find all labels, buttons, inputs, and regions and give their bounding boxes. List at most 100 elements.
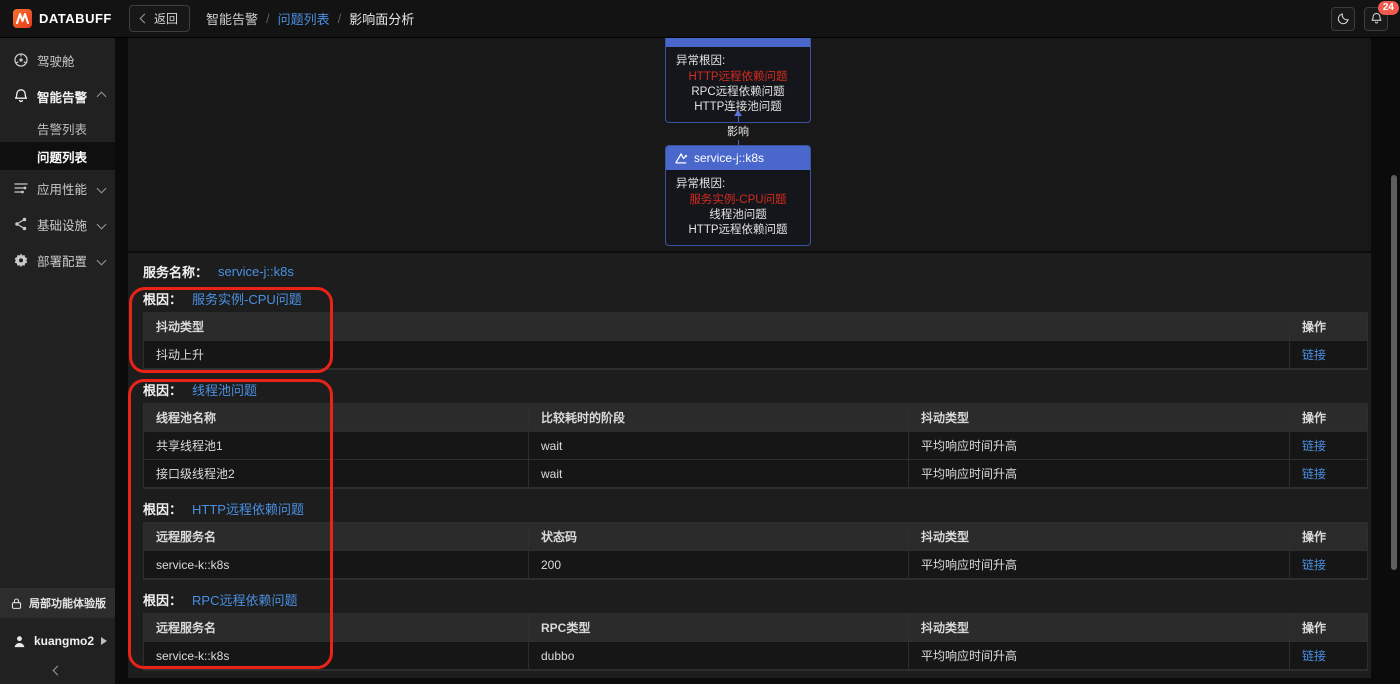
- breadcrumb: 智能告警 / 问题列表 / 影响面分析: [206, 9, 414, 28]
- expand-right-icon: [101, 637, 107, 645]
- impact-edge: 影响: [665, 110, 811, 145]
- breadcrumb-item-problem-list[interactable]: 问题列表: [278, 9, 330, 28]
- lock-icon: [11, 598, 22, 609]
- databuff-logo-icon: [13, 9, 32, 28]
- chevron-down-icon: [96, 183, 107, 194]
- trial-version-label: 局部功能体验版: [29, 598, 106, 610]
- sidebar-item-deploy-config[interactable]: 部署配置: [0, 242, 115, 278]
- top-bar: DATABUFF 返回 智能告警 / 问题列表 / 影响面分析 24: [0, 0, 1400, 38]
- sidebar-item-problem-list[interactable]: 问题列表: [0, 142, 115, 170]
- theme-toggle-button[interactable]: [1331, 6, 1355, 31]
- column-header: 抖动类型: [909, 614, 1290, 642]
- vertical-scrollbar-thumb[interactable]: [1391, 175, 1397, 570]
- cpu-issue-table: 抖动类型 操作 抖动上升 链接: [143, 312, 1368, 370]
- detail-link[interactable]: 链接: [1302, 647, 1326, 664]
- cause-item[interactable]: HTTP远程依赖问题: [672, 70, 804, 85]
- chevron-up-icon: [96, 91, 107, 102]
- detail-link[interactable]: 链接: [1302, 465, 1326, 482]
- chevron-left-icon: [139, 13, 150, 24]
- sidebar-item-label: 智能告警: [37, 90, 88, 105]
- root-cause-link[interactable]: HTTP远程依赖问题: [192, 499, 304, 518]
- graph-node-service-j[interactable]: service-j::k8s 异常根因: 服务实例-CPU问题 线程池问题 HT…: [665, 145, 811, 246]
- root-cause-section-http-dependency: 根因： HTTP远程依赖问题 远程服务名 状态码 抖动类型 操作 service…: [143, 501, 1368, 580]
- sidebar-item-label: 应用性能: [37, 182, 88, 197]
- service-name-row: 服务名称： service-j::k8s: [143, 263, 1368, 280]
- root-cause-section-threadpool: 根因： 线程池问题 线程池名称 比较耗时的阶段 抖动类型 操作 共享线程池1 w…: [143, 382, 1368, 489]
- root-cause-label: 根因：: [143, 383, 183, 398]
- root-cause-section-rpc-dependency: 根因： RPC远程依赖问题 远程服务名 RPC类型 抖动类型 操作 servic…: [143, 592, 1368, 671]
- root-cause-link[interactable]: 线程池问题: [192, 380, 257, 399]
- detail-link[interactable]: 链接: [1302, 556, 1326, 573]
- cause-item[interactable]: 服务实例-CPU问题: [672, 193, 804, 208]
- service-name-link[interactable]: service-j::k8s: [218, 264, 294, 279]
- sidebar-item-infrastructure[interactable]: 基础设施: [0, 206, 115, 242]
- table-cell: 链接: [1290, 642, 1367, 670]
- service-icon: [675, 152, 688, 163]
- notifications-button[interactable]: 24: [1364, 0, 1399, 31]
- cockpit-icon: [14, 53, 28, 67]
- column-header: 远程服务名: [144, 614, 529, 642]
- table-cell: wait: [529, 432, 909, 460]
- moon-icon: [1337, 13, 1349, 25]
- root-cause-label: 根因：: [143, 593, 183, 608]
- table-cell: 平均响应时间升高: [909, 642, 1290, 670]
- root-cause-link[interactable]: RPC远程依赖问题: [192, 590, 297, 609]
- column-header: 抖动类型: [909, 523, 1290, 551]
- column-header: 线程池名称: [144, 404, 529, 432]
- table-cell: service-k::k8s: [144, 642, 529, 670]
- sidebar-item-app-performance[interactable]: 应用性能: [0, 170, 115, 206]
- table-cell: dubbo: [529, 642, 909, 670]
- table-cell: 链接: [1290, 341, 1367, 369]
- column-header: RPC类型: [529, 614, 909, 642]
- root-cause-link[interactable]: 服务实例-CPU问题: [192, 289, 302, 308]
- breadcrumb-item-impact-analysis: 影响面分析: [349, 12, 415, 27]
- back-button-label: 返回: [154, 12, 179, 26]
- sidebar: 驾驶舱 智能告警 告警列表 问题列表 应用性能 基础设施 部署配置 局部功能体验…: [0, 38, 115, 684]
- breadcrumb-separator: /: [337, 11, 342, 26]
- back-button[interactable]: 返回: [129, 5, 191, 32]
- app-root: DATABUFF 返回 智能告警 / 问题列表 / 影响面分析 24 驾驶舱 智…: [0, 0, 1400, 684]
- table-cell: 链接: [1290, 432, 1367, 460]
- table-cell: 平均响应时间升高: [909, 551, 1290, 579]
- table-cell: 接口级线程池2: [144, 460, 529, 488]
- detail-link[interactable]: 链接: [1302, 346, 1326, 363]
- gear-icon: [14, 253, 28, 268]
- breadcrumb-item-alerts[interactable]: 智能告警: [206, 9, 258, 28]
- chevron-left-icon: [52, 665, 63, 675]
- username: kuangmo2: [33, 634, 94, 648]
- sidebar-item-label: 基础设施: [37, 218, 88, 233]
- chevron-down-icon: [96, 219, 107, 230]
- table-cell: 200: [529, 551, 909, 579]
- sidebar-collapse-button[interactable]: [0, 656, 115, 684]
- performance-icon: [14, 183, 28, 194]
- sidebar-item-cockpit[interactable]: 驾驶舱: [0, 42, 115, 78]
- notification-count-badge: 24: [1377, 0, 1399, 15]
- root-cause-section-cpu: 根因： 服务实例-CPU问题 抖动类型 操作 抖动上升 链接: [143, 291, 1368, 370]
- column-header: 操作: [1290, 404, 1367, 432]
- logo-text: DATABUFF: [39, 11, 112, 26]
- trial-version-banner[interactable]: 局部功能体验版: [0, 588, 115, 618]
- bell-icon: [14, 89, 28, 103]
- detail-link[interactable]: 链接: [1302, 437, 1326, 454]
- cause-item[interactable]: 线程池问题: [672, 208, 804, 223]
- column-header: 操作: [1290, 614, 1367, 642]
- cause-item[interactable]: RPC远程依赖问题: [672, 85, 804, 100]
- impact-graph-panel: 异常根因: HTTP远程依赖问题 RPC远程依赖问题 HTTP连接池问题 影响 …: [128, 38, 1371, 251]
- root-cause-label: 异常根因:: [676, 55, 726, 67]
- infrastructure-icon: [15, 217, 27, 231]
- sidebar-item-label: 告警列表: [37, 122, 88, 137]
- table-cell: service-k::k8s: [144, 551, 529, 579]
- user-menu[interactable]: kuangmo2: [0, 626, 115, 656]
- column-header: 远程服务名: [144, 523, 529, 551]
- table-cell: 链接: [1290, 460, 1367, 488]
- root-cause-label: 异常根因:: [676, 178, 726, 190]
- user-icon: [14, 635, 25, 647]
- sidebar-item-smart-alerts[interactable]: 智能告警: [0, 78, 115, 114]
- topbar-actions: 24: [1331, 0, 1399, 31]
- rpc-dependency-table: 远程服务名 RPC类型 抖动类型 操作 service-k::k8s dubbo…: [143, 613, 1368, 671]
- graph-node-header: [666, 38, 810, 47]
- sidebar-item-label: 部署配置: [37, 254, 88, 269]
- logo[interactable]: DATABUFF: [0, 9, 115, 28]
- cause-item[interactable]: HTTP远程依赖问题: [672, 223, 804, 238]
- sidebar-item-alert-list[interactable]: 告警列表: [0, 114, 115, 142]
